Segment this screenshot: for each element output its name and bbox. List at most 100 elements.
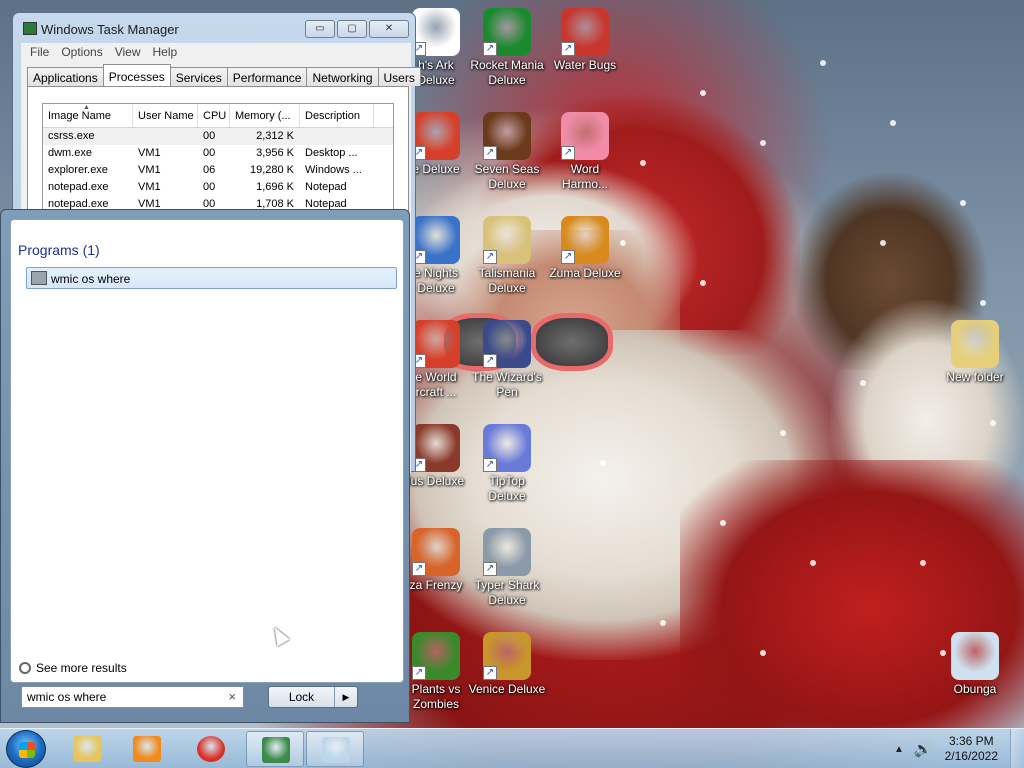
desktop-icon-label: Word Harmo... bbox=[561, 162, 608, 191]
see-more-results-link[interactable]: See more results bbox=[19, 661, 127, 675]
cell-user-name: VM1 bbox=[138, 147, 161, 159]
column-user-name[interactable]: User Name bbox=[133, 104, 198, 127]
desktop-icon[interactable]: Obunga bbox=[934, 632, 1016, 697]
tab-processes[interactable]: Processes bbox=[102, 64, 171, 86]
column-memory[interactable]: Memory (... bbox=[230, 104, 300, 127]
cell-description: Windows ... bbox=[305, 164, 362, 176]
cell-user-name bbox=[133, 128, 198, 145]
results-heading[interactable]: Programs (1) bbox=[18, 242, 100, 258]
snowflake bbox=[920, 560, 926, 566]
search-result-item[interactable]: wmic os where bbox=[26, 267, 397, 289]
taskbar-button-chrome[interactable] bbox=[182, 731, 240, 767]
clock[interactable]: 3:36 PM 2/16/2022 bbox=[945, 734, 998, 764]
explorer-icon bbox=[73, 736, 101, 762]
command-prompt-icon bbox=[31, 271, 47, 285]
clock-time: 3:36 PM bbox=[948, 734, 994, 748]
snowflake bbox=[640, 160, 646, 166]
desktop-icon[interactable]: New folder bbox=[934, 320, 1016, 385]
start-search-input[interactable] bbox=[22, 687, 218, 707]
desktop-icon-label: Seven Seas Deluxe bbox=[474, 162, 540, 191]
desktop-icon-label: Talismania Deluxe bbox=[478, 266, 536, 295]
tab-performance[interactable]: Performance bbox=[226, 67, 308, 86]
process-rows: csrss.exe 00 2,312 K dwm.exe VM1 00 3,956 K Des… bbox=[43, 128, 393, 213]
clear-search-icon[interactable]: × bbox=[228, 689, 236, 704]
application-icon: ↗ bbox=[483, 112, 531, 160]
shortcut-arrow-icon: ↗ bbox=[483, 146, 497, 160]
shortcut-arrow-icon: ↗ bbox=[483, 458, 497, 472]
menu-options[interactable]: Options bbox=[56, 43, 109, 63]
application-icon: ↗ bbox=[561, 8, 609, 56]
window-controls: ▭ ▢ ✕ bbox=[305, 20, 409, 38]
chrome-icon bbox=[197, 736, 225, 762]
minimize-button[interactable]: ▭ bbox=[305, 20, 335, 38]
snowflake bbox=[660, 620, 666, 626]
tab-services[interactable]: Services bbox=[169, 67, 228, 86]
tab-users[interactable]: Users bbox=[377, 67, 421, 86]
desktop-icon[interactable]: ↗ Typer Shark Deluxe bbox=[466, 528, 548, 608]
taskbar-button-explorer[interactable] bbox=[58, 731, 116, 767]
sort-ascending-icon: ▲ bbox=[83, 104, 90, 111]
cell-cpu: 00 bbox=[203, 181, 216, 193]
show-hidden-icons-button[interactable]: ▲ bbox=[894, 744, 904, 755]
table-row[interactable]: explorer.exe VM1 06 19,280 K Windows ... bbox=[43, 162, 393, 179]
start-search-box[interactable]: × bbox=[21, 686, 244, 708]
desktop-icon-label: The Wizard's Pen bbox=[472, 370, 542, 399]
snowflake bbox=[820, 60, 826, 66]
task-manager-title: Windows Task Manager bbox=[41, 22, 179, 37]
application-icon: ↗ bbox=[412, 424, 460, 472]
cell-cpu: 06 bbox=[203, 164, 216, 176]
menu-help[interactable]: Help bbox=[148, 43, 185, 63]
desktop-icon[interactable]: ↗ Talismania Deluxe bbox=[466, 216, 548, 296]
start-button[interactable] bbox=[6, 730, 46, 768]
menu-file[interactable]: File bbox=[25, 43, 56, 63]
see-more-results-label: See more results bbox=[36, 661, 127, 675]
desktop-icon[interactable]: ↗ Seven Seas Deluxe bbox=[466, 112, 548, 192]
desktop-icon[interactable]: ↗ Word Harmo... bbox=[544, 112, 626, 192]
windows-logo-icon bbox=[19, 742, 35, 758]
volume-icon[interactable]: 🔊 bbox=[914, 740, 933, 758]
desktop-icon[interactable]: ↗ Rocket Mania Deluxe bbox=[466, 8, 548, 88]
snowflake bbox=[890, 120, 896, 126]
taskbar-button-task-manager[interactable] bbox=[246, 731, 304, 767]
taskbar-button-media-player[interactable] bbox=[118, 731, 176, 767]
column-cpu[interactable]: CPU bbox=[198, 104, 230, 127]
application-icon: ↗ bbox=[483, 320, 531, 368]
snowflake bbox=[960, 200, 966, 206]
cell-description: Notepad bbox=[305, 181, 347, 193]
desktop-icon-label: Venice Deluxe bbox=[468, 682, 546, 696]
table-row[interactable]: dwm.exe VM1 00 3,956 K Desktop ... bbox=[43, 145, 393, 162]
snowflake bbox=[780, 430, 786, 436]
tab-networking[interactable]: Networking bbox=[306, 67, 379, 86]
tab-applications[interactable]: Applications bbox=[27, 67, 104, 86]
shortcut-arrow-icon: ↗ bbox=[561, 250, 575, 264]
column-description[interactable]: Description bbox=[300, 104, 374, 127]
task-manager-app-icon bbox=[23, 22, 37, 35]
system-tray: ▲ 🔊 3:36 PM 2/16/2022 bbox=[894, 729, 1024, 768]
shortcut-arrow-icon: ↗ bbox=[561, 146, 575, 160]
lock-button[interactable]: Lock bbox=[269, 687, 335, 707]
desktop-icon[interactable]: ↗ The Wizard's Pen bbox=[466, 320, 548, 400]
desktop-icon[interactable]: ↗ Water Bugs bbox=[544, 8, 626, 73]
desktop-icon[interactable]: ↗ Venice Deluxe bbox=[466, 632, 548, 697]
table-row[interactable]: notepad.exe VM1 00 1,696 K Notepad bbox=[43, 179, 393, 196]
desktop-icon[interactable]: ↗ TipTop Deluxe bbox=[466, 424, 548, 504]
desktop-icon-label: Zuma Deluxe bbox=[549, 266, 621, 280]
cell-cpu: 00 bbox=[203, 130, 216, 142]
taskbar-button-notepad[interactable] bbox=[306, 731, 364, 767]
cell-image-name: explorer.exe bbox=[48, 164, 108, 176]
process-list-header: ▲ Image Name User Name CPU Memory (... D… bbox=[43, 104, 393, 128]
desktop-icon[interactable]: ↗ Zuma Deluxe bbox=[544, 216, 626, 281]
close-button[interactable]: ✕ bbox=[369, 20, 409, 38]
maximize-button[interactable]: ▢ bbox=[337, 20, 367, 38]
table-row[interactable]: csrss.exe 00 2,312 K bbox=[43, 128, 393, 145]
clock-date: 2/16/2022 bbox=[944, 749, 998, 763]
menu-view[interactable]: View bbox=[110, 43, 148, 63]
show-desktop-button[interactable] bbox=[1010, 729, 1024, 768]
column-image-name[interactable]: ▲ Image Name bbox=[43, 104, 133, 127]
power-options-arrow-icon[interactable]: ▶ bbox=[335, 687, 357, 707]
cell-user-name: VM1 bbox=[138, 164, 161, 176]
shortcut-arrow-icon: ↗ bbox=[412, 666, 426, 680]
taskbar: ▲ 🔊 3:36 PM 2/16/2022 bbox=[0, 728, 1024, 768]
snowflake bbox=[600, 460, 606, 466]
menu-bar: File Options View Help bbox=[21, 43, 411, 63]
